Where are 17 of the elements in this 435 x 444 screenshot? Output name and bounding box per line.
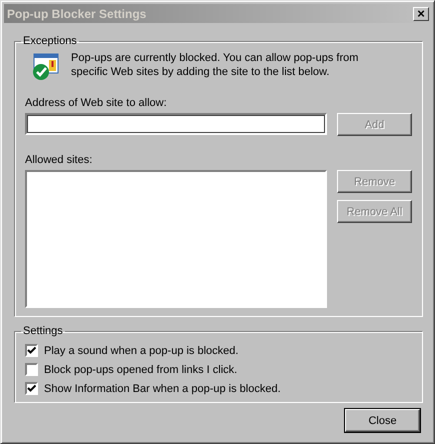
info-text: Pop-ups are currently blocked. You can allow pop-ups from specific Web sites by adding the site to the list below. [71,51,360,79]
checkbox[interactable] [25,382,38,395]
allowed-sites-list[interactable] [25,170,327,308]
group-title: Exceptions [22,35,78,47]
list-label: Allowed sites: [25,154,94,166]
field-label: Address of Web site to allow: [25,97,168,109]
window-check-icon [31,51,61,81]
option-label: Show Information Bar when a pop-up is blocked. [44,382,281,394]
group-title: Settings [22,325,64,337]
close-button[interactable]: × [413,6,429,20]
window-title: Pop-up Blocker Settings [7,6,146,20]
checkbox[interactable] [25,363,38,376]
address-field[interactable] [25,113,327,135]
close-button[interactable]: Close [345,409,420,432]
checkbox[interactable] [25,344,38,357]
option-label: Play a sound when a pop-up is blocked. [44,344,238,356]
option-label: Block pop-ups opened from links I click. [44,364,238,376]
